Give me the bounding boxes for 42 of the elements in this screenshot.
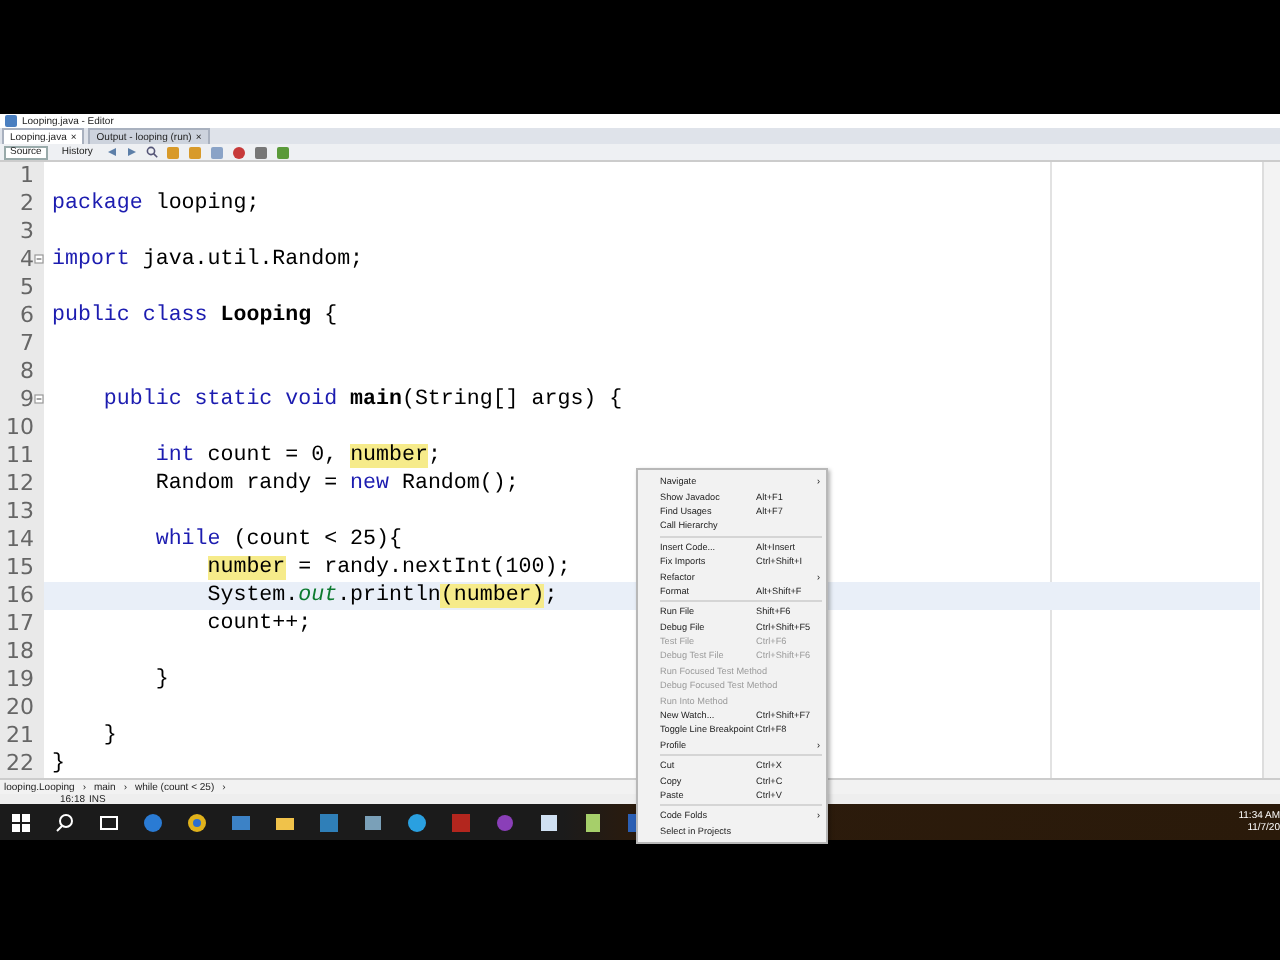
code-line: count++; [205,610,312,638]
code-line: int count = 0, number; [153,442,441,470]
line-number: 18 [6,638,34,666]
code-line: Random randy = new Random(); [153,470,519,498]
search-icon[interactable] [54,811,76,833]
code-line: } [52,750,65,778]
line-number: 7 [20,330,34,358]
line-number: 21 [6,722,34,750]
line-number: 6 [20,302,34,330]
code-line: } [153,666,169,694]
line-number: 17 [6,610,34,638]
code-line: } [101,722,117,750]
line-number: 20 [6,694,34,722]
task-view-icon[interactable] [98,811,120,833]
code-line: public class Looping { [52,302,338,330]
line-number: 19 [6,666,34,694]
code-line: package looping; [52,190,260,218]
search-icon[interactable] [146,146,159,158]
line-number: 15 [6,554,34,582]
line-number: 4 [20,246,34,274]
line-number: 22 [6,750,34,778]
line-number: 12 [6,470,34,498]
line-number: 2 [20,190,34,218]
line-number: 11 [6,442,34,470]
fold-icon[interactable] [34,394,44,404]
line-number: 13 [6,498,34,526]
line-number: 14 [6,526,34,554]
line-number: 10 [6,414,34,442]
line-number: 1 [20,162,34,190]
line-number: 16 [6,582,34,610]
line-number: 5 [20,274,34,302]
code-line: import java.util.Random; [52,246,364,274]
code-line: while (count < 25){ [153,526,402,554]
line-number: 3 [20,218,34,246]
code-line: public static void main(String[] args) { [101,386,623,414]
windows-logo-icon[interactable] [10,811,32,833]
line-number: 8 [20,358,34,386]
scrollbar[interactable] [1262,162,1280,778]
code-line: System.out.println(number); [205,582,558,610]
code-line: number = randy.nextInt(100); [205,554,571,582]
line-number: 9 [20,386,34,414]
fold-icon[interactable] [34,254,44,264]
